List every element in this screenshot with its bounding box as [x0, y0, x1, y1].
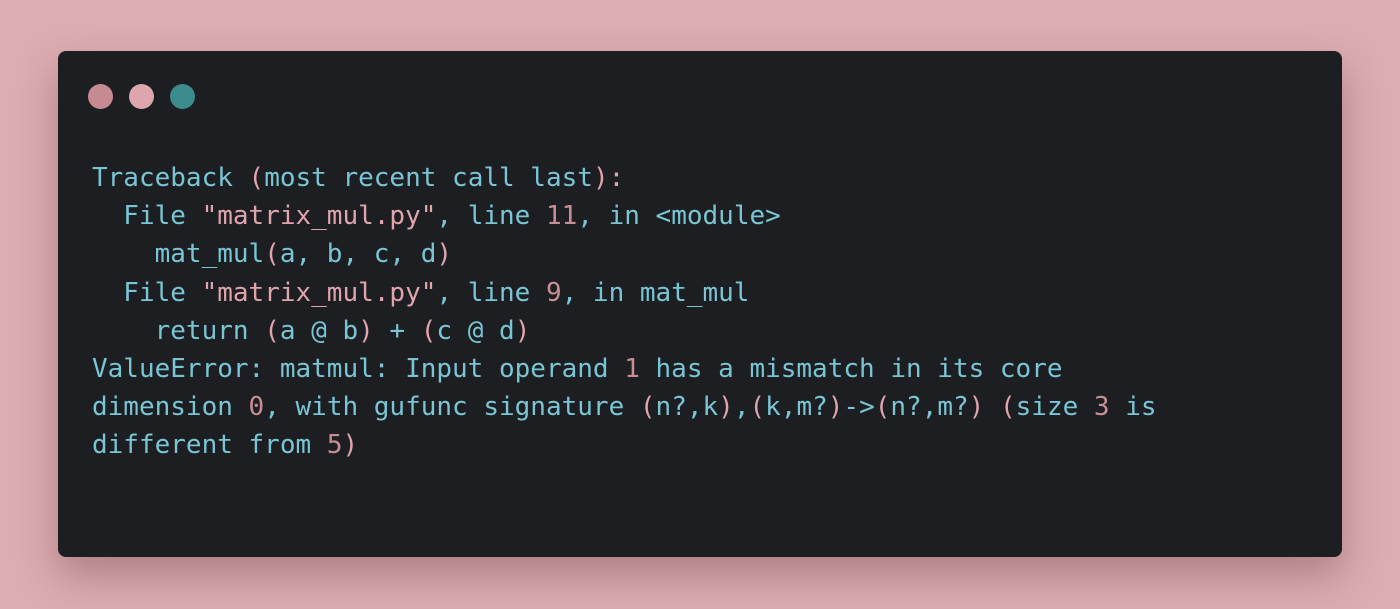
- traceback-code-block: Traceback (most recent call last): File …: [92, 159, 1157, 465]
- maximize-dot-icon[interactable]: [170, 84, 195, 109]
- code-token-plain: c @ d: [436, 315, 515, 346]
- code-token-paren: (: [999, 392, 1016, 423]
- code-line: mat_mul(a, b, c, d): [92, 235, 1157, 273]
- code-token-paren: (: [248, 163, 265, 193]
- code-token-string: "matrix_mul.py": [201, 201, 437, 232]
- code-token-paren: ): [514, 315, 531, 346]
- code-token-plain: File: [92, 277, 202, 308]
- code-token-plain: has a mismatch in its core: [639, 353, 1063, 384]
- code-line: dimension 0, with gufunc signature (n?,k…: [92, 388, 1157, 426]
- code-token-plain: ->: [843, 392, 875, 423]
- code-token-plain: ,: [733, 392, 750, 423]
- code-token-number: 1: [624, 353, 640, 384]
- code-token-paren: (: [264, 239, 280, 270]
- code-token-plain: n?,k: [655, 392, 719, 423]
- code-line: ValueError: matmul: Input operand 1 has …: [92, 350, 1157, 388]
- window-controls: [88, 84, 195, 109]
- code-token-paren: ): [358, 315, 374, 346]
- code-token-plain: , in mat_mul: [561, 277, 750, 308]
- code-token-paren: ): [968, 392, 985, 423]
- code-token-plain: ValueError: matmul: Input operand: [92, 353, 625, 384]
- code-line: Traceback (most recent call last):: [92, 159, 1157, 197]
- code-token-plain: Traceback: [92, 163, 249, 193]
- code-token-plain: , line: [436, 201, 546, 232]
- code-token-plain: +: [373, 315, 421, 346]
- code-token-plain: is: [1109, 392, 1157, 423]
- code-line: return (a @ b) + (c @ d): [92, 312, 1157, 350]
- code-token-paren: ): [436, 239, 453, 270]
- code-token-number: 9: [545, 277, 562, 308]
- code-token-paren: ):: [592, 163, 625, 193]
- code-token-plain: different from: [92, 430, 327, 461]
- code-token-plain: , line: [436, 277, 546, 308]
- code-token-paren: (: [420, 315, 437, 346]
- code-token-number: 3: [1093, 392, 1110, 423]
- code-token-paren: (: [749, 392, 766, 423]
- code-token-plain: k,m?: [765, 392, 828, 423]
- code-window: Traceback (most recent call last): File …: [58, 51, 1342, 557]
- code-token-plain: a @ b: [279, 315, 359, 346]
- code-token-plain: dimension: [92, 392, 249, 423]
- code-token-number: 11: [545, 201, 578, 232]
- code-token-plain: mat_mul: [92, 239, 265, 270]
- code-token-number: 5: [326, 430, 343, 461]
- code-token-paren: ): [342, 430, 359, 461]
- code-line: File "matrix_mul.py", line 11, in <modul…: [92, 197, 1157, 235]
- code-token-paren: (: [264, 315, 280, 346]
- code-token-plain: size: [1015, 392, 1094, 423]
- code-token-paren: ): [827, 392, 844, 423]
- code-token-plain: return: [92, 315, 265, 346]
- minimize-dot-icon[interactable]: [129, 84, 154, 109]
- code-token-plain: a, b, c, d: [279, 239, 437, 270]
- code-token-string: "matrix_mul.py": [201, 277, 437, 308]
- code-token-paren: (: [874, 392, 891, 423]
- code-token-plain: , in <module>: [577, 201, 781, 232]
- code-line: different from 5): [92, 426, 1157, 464]
- code-token-paren: (: [639, 392, 656, 423]
- code-line: File "matrix_mul.py", line 9, in mat_mul: [92, 274, 1157, 312]
- code-token-plain: File: [92, 201, 202, 232]
- code-token-paren: ): [718, 392, 734, 423]
- close-dot-icon[interactable]: [88, 84, 113, 109]
- code-token-plain: , with gufunc signature: [264, 392, 640, 423]
- code-token-number: 0: [248, 392, 265, 423]
- code-token-plain: most recent call last: [264, 163, 593, 193]
- code-token-plain: n?,m?: [890, 392, 969, 423]
